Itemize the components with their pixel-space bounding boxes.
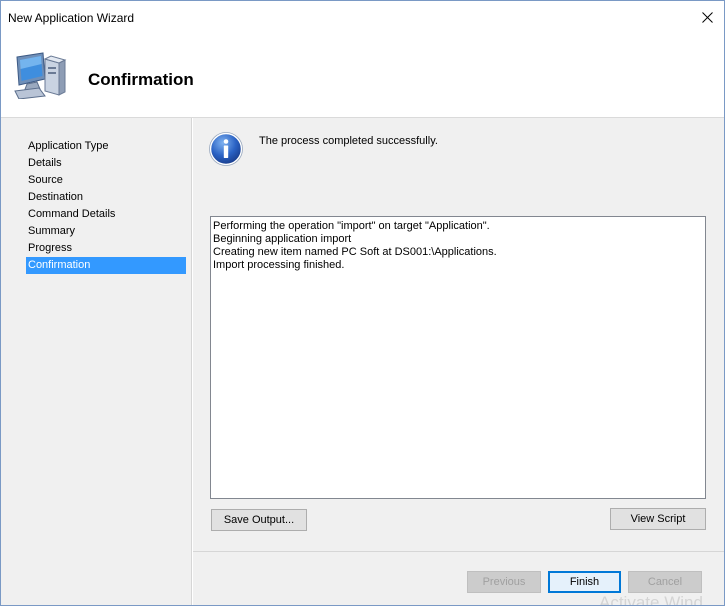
activation-watermark: Activate Wind [599,593,703,606]
wizard-header: Confirmation [1,33,724,118]
nav-item-destination[interactable]: Destination [26,189,186,206]
nav-item-details[interactable]: Details [26,155,186,172]
computer-icon [14,52,67,99]
window-title: New Application Wizard [8,11,135,25]
output-line: Beginning application import [213,233,352,245]
nav-item-command-details[interactable]: Command Details [26,206,186,223]
view-script-button[interactable]: View Script [610,508,706,530]
wizard-steps-nav: Application Type Details Source Destinat… [1,118,192,605]
confirmation-panel: The process completed successfully. Perf… [193,118,724,551]
nav-item-confirmation[interactable]: Confirmation [26,257,186,274]
wizard-window: New Application Wizard Confirmation Appl… [0,0,725,606]
wizard-steps-list: Application Type Details Source Destinat… [26,138,186,274]
info-icon [209,132,243,166]
output-line: Import processing finished. [213,259,345,271]
nav-item-source[interactable]: Source [26,172,186,189]
previous-button[interactable]: Previous [467,571,541,593]
status-message: The process completed successfully. [259,135,438,147]
nav-item-progress[interactable]: Progress [26,240,186,257]
save-output-button[interactable]: Save Output... [211,509,307,531]
output-line: Creating new item named PC Soft at DS001… [213,246,497,258]
output-line: Performing the operation "import" on tar… [213,220,490,232]
close-icon [702,12,713,23]
output-log[interactable]: Performing the operation "import" on tar… [210,216,706,499]
title-bar[interactable]: New Application Wizard [1,1,724,33]
close-button[interactable] [690,1,724,33]
page-title: Confirmation [88,70,194,89]
cancel-button[interactable]: Cancel [628,571,702,593]
nav-item-summary[interactable]: Summary [26,223,186,240]
finish-button[interactable]: Finish [548,571,621,593]
nav-item-application-type[interactable]: Application Type [26,138,186,155]
